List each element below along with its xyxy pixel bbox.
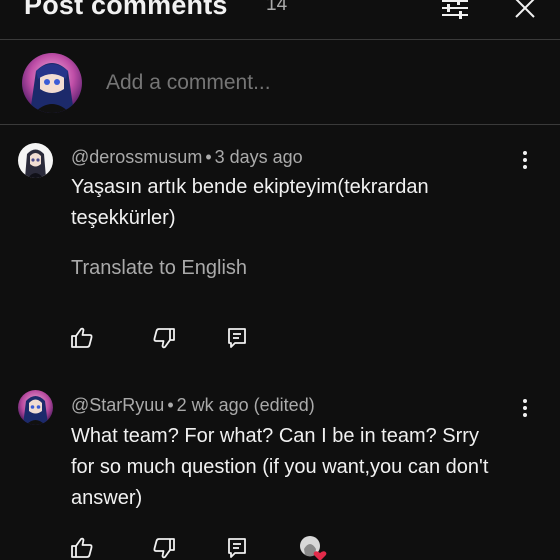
thumbs-up-icon (71, 537, 93, 558)
filter-button[interactable] (439, 0, 471, 24)
comment-meta: @derossmusum • 3 days ago (71, 147, 303, 168)
more-dot (523, 399, 527, 403)
avatar[interactable] (18, 143, 53, 178)
user-avatar-image (22, 53, 82, 113)
user-avatar (22, 53, 82, 113)
comment-count: 14 (266, 0, 288, 15)
dislike-button[interactable] (151, 325, 177, 351)
comment-time: 2 wk ago (edited) (176, 395, 315, 415)
more-options-button[interactable] (515, 148, 535, 172)
comment-time: 3 days ago (214, 147, 303, 167)
commenter-avatar-image (18, 143, 53, 178)
creator-heart-badge (298, 535, 328, 560)
reply-button[interactable] (224, 325, 250, 351)
add-comment-input[interactable] (106, 71, 486, 95)
comment-meta: @StarRyuu • 2 wk ago (edited) (71, 395, 315, 416)
reply-button[interactable] (224, 535, 250, 560)
thumbs-down-icon (153, 538, 175, 559)
page-title: Post comments (24, 0, 228, 20)
meta-separator: • (167, 395, 174, 415)
add-comment-row (0, 41, 560, 125)
sliders-icon (442, 0, 468, 19)
comment-text: Yaşasın artık bende ekipteyim(tekrardan … (71, 176, 429, 229)
translate-link[interactable]: Translate to English (71, 257, 247, 280)
comments-header: Post comments 14 (0, 0, 560, 40)
more-dot (523, 413, 527, 417)
close-button[interactable] (509, 0, 541, 24)
like-button[interactable] (69, 325, 95, 351)
comment-author[interactable]: @StarRyuu (71, 395, 164, 415)
more-options-button[interactable] (515, 396, 535, 420)
comment-text: What team? For what? Can I be in team? S… (71, 425, 489, 509)
dislike-button[interactable] (151, 535, 177, 560)
commenter-avatar-image (18, 390, 53, 425)
reply-icon (228, 328, 246, 348)
like-button[interactable] (69, 535, 95, 560)
more-dot (523, 165, 527, 169)
comment-author[interactable]: @derossmusum (71, 147, 202, 167)
more-dot (523, 158, 527, 162)
creator-heart-icon (300, 536, 327, 560)
more-dot (523, 406, 527, 410)
thumbs-down-icon (153, 328, 175, 349)
comment-item: @StarRyuu • 2 wk ago (edited) What team? F… (0, 370, 560, 560)
thumbs-up-icon (71, 327, 93, 348)
close-icon (515, 0, 535, 18)
more-dot (523, 151, 527, 155)
reply-icon (228, 538, 246, 558)
avatar[interactable] (18, 390, 53, 425)
comment-item: @derossmusum • 3 days ago Yaşasın artık be… (0, 125, 560, 370)
meta-separator: • (205, 147, 212, 167)
